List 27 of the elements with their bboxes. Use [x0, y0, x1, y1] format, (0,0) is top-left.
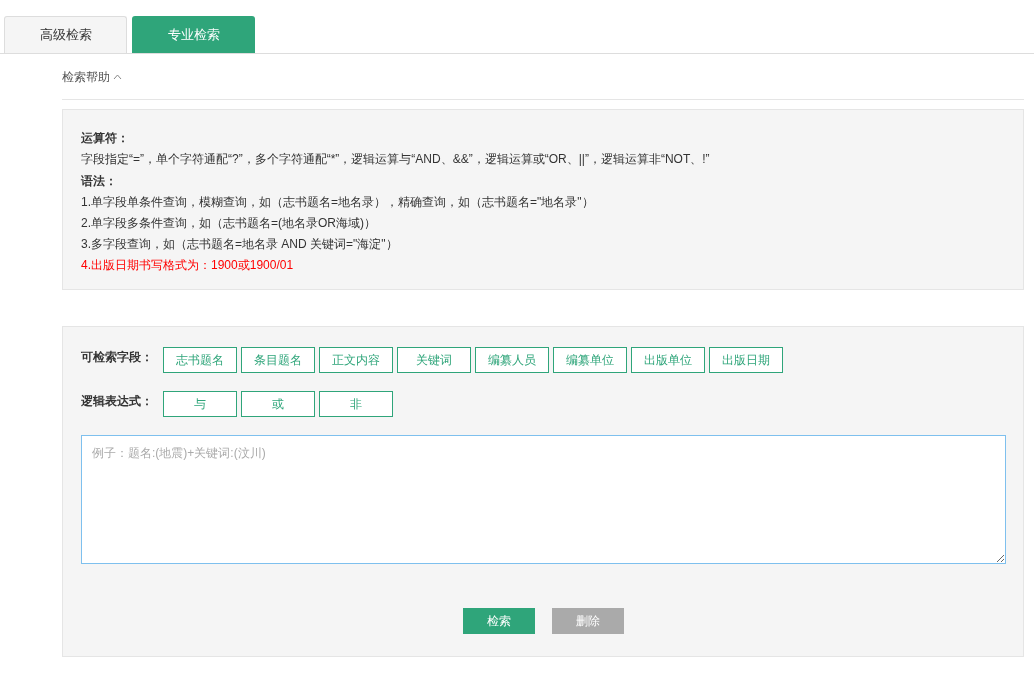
help-text: 字段指定“=”，单个字符通配“?”，多个字符通配“*”，逻辑运算与“AND、&&”，逻辑运算或“OR、||”，逻辑运算非“NOT、!” — [81, 151, 711, 168]
option-button[interactable]: 编纂人员 — [475, 347, 549, 373]
logic-label: 逻辑表达式： — [81, 393, 154, 410]
field-label: 可检索字段： — [81, 349, 154, 366]
tab[interactable]: 专业检索 — [132, 16, 255, 53]
option-button[interactable]: 正文内容 — [319, 347, 393, 373]
help-text: 2.单字段多条件查询，如（志书题名=(地名录OR海域)） — [81, 215, 377, 232]
help-text: 1.单字段单条件查询，模糊查询，如（志书题名=地名录），精确查询，如（志书题名="地名录"） — [81, 194, 595, 211]
help-text: 运算符： — [81, 130, 130, 147]
chevron-up-icon — [113, 73, 122, 80]
action-button[interactable]: 删除 — [551, 608, 624, 634]
option-button[interactable]: 志书题名 — [163, 347, 237, 373]
option-button[interactable]: 关键词 — [397, 347, 471, 373]
help-text: 3.多字段查询，如（志书题名=地名录 AND 关键词="海淀"） — [81, 236, 399, 253]
query-input[interactable]: 例子：题名:(地震)+关键词:(汶川) — [81, 435, 1006, 564]
option-button[interactable]: 编纂单位 — [553, 347, 627, 373]
option-button[interactable]: 条目题名 — [241, 347, 315, 373]
help-text: 4.出版日期书写格式为：1900或1900/01 — [81, 257, 295, 274]
action-button[interactable]: 检索 — [462, 608, 535, 634]
tab[interactable]: 高级检索 — [4, 16, 127, 53]
option-button[interactable]: 非 — [319, 391, 393, 417]
help-toggle[interactable]: 检索帮助 — [62, 67, 122, 86]
option-button[interactable]: 与 — [163, 391, 237, 417]
option-button[interactable]: 或 — [241, 391, 315, 417]
option-button[interactable]: 出版单位 — [631, 347, 705, 373]
option-button[interactable]: 出版日期 — [709, 347, 783, 373]
help-text: 语法： — [81, 173, 118, 190]
